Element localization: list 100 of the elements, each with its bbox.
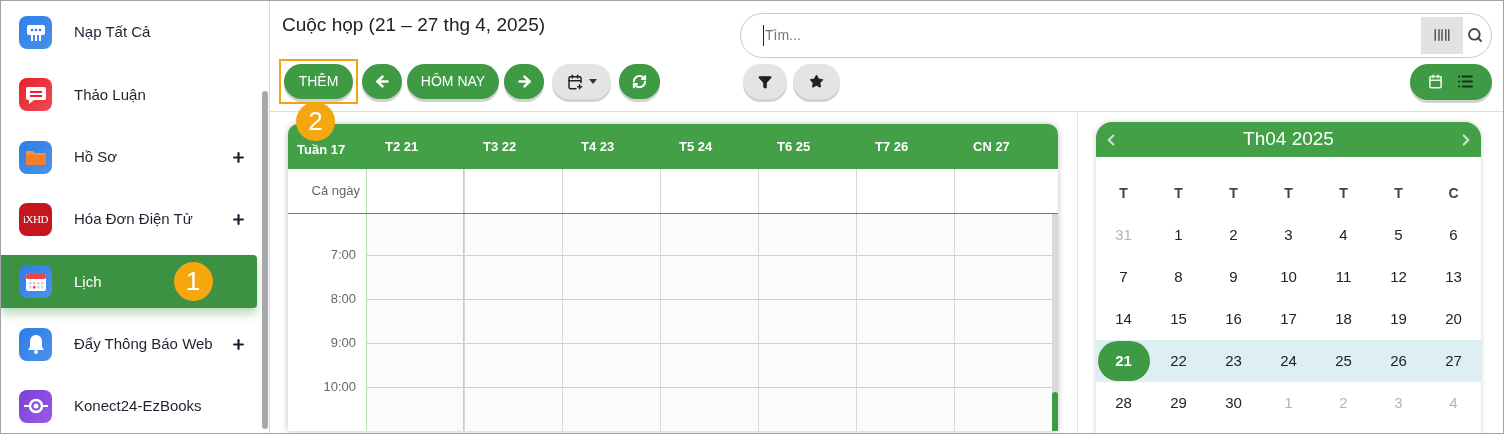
scrollbar-thumb[interactable] <box>1052 392 1058 431</box>
date-cell[interactable]: 28 <box>1097 383 1150 423</box>
time-slot[interactable] <box>856 343 954 387</box>
previous-button[interactable] <box>362 64 402 99</box>
date-cell[interactable]: 13 <box>1427 257 1480 297</box>
sidebar-item[interactable]: iXHD Hóa Đơn Điện Tử <box>1 192 258 247</box>
sidebar-item[interactable]: Lịch 1 <box>1 255 258 309</box>
date-cell[interactable]: 25 <box>1317 341 1370 381</box>
expand-icon[interactable] <box>231 149 247 165</box>
time-slot[interactable] <box>366 387 464 431</box>
date-cell[interactable]: 14 <box>1097 299 1150 339</box>
sidebar-item[interactable]: Đẩy Thông Báo Web <box>1 317 258 371</box>
date-cell[interactable]: 19 <box>1372 299 1425 339</box>
list-icon[interactable] <box>1457 73 1474 90</box>
date-cell[interactable]: 2 <box>1207 215 1260 255</box>
sidebar-item[interactable]: Hồ Sơ <box>1 130 258 184</box>
all-day-cell[interactable] <box>366 169 464 213</box>
date-cell[interactable]: 18 <box>1317 299 1370 339</box>
time-slot[interactable] <box>758 387 856 431</box>
time-slot[interactable] <box>758 255 856 299</box>
refresh-button[interactable] <box>619 64 660 99</box>
date-cell[interactable]: 1 <box>1152 215 1205 255</box>
date-picker-button[interactable] <box>552 64 611 99</box>
time-slot[interactable] <box>464 343 562 387</box>
date-cell[interactable]: 24 <box>1262 341 1315 381</box>
barcode-button[interactable] <box>1421 16 1463 54</box>
invoice-logo-icon: iXHD <box>19 203 52 236</box>
time-slot[interactable] <box>758 299 856 343</box>
time-slot[interactable] <box>856 214 954 255</box>
weekday-label: T <box>1283 183 1294 203</box>
date-cell[interactable]: 5 <box>1372 215 1425 255</box>
week-number: Tuần 17 <box>296 140 347 159</box>
add-button[interactable]: THÊM <box>284 64 353 99</box>
time-slot[interactable] <box>562 343 660 387</box>
time-slot[interactable] <box>464 255 562 299</box>
time-slot[interactable] <box>366 343 464 387</box>
expand-icon[interactable] <box>231 336 247 352</box>
time-slot[interactable] <box>856 255 954 299</box>
calendar-icon[interactable] <box>1428 74 1443 89</box>
time-slot[interactable] <box>562 387 660 431</box>
date-cell[interactable]: 12 <box>1372 257 1425 297</box>
date-cell[interactable]: 10 <box>1262 257 1315 297</box>
date-cell[interactable]: 11 <box>1317 257 1370 297</box>
time-slot[interactable] <box>562 214 660 255</box>
sidebar-item[interactable]: Konect24-EzBooks <box>1 379 258 433</box>
time-slot[interactable] <box>954 387 1052 431</box>
arrow-right-icon <box>515 73 533 90</box>
sidebar-item[interactable]: Nạp Tất Cả <box>1 6 258 60</box>
time-slot[interactable] <box>954 255 1052 299</box>
date-cell[interactable]: 22 <box>1152 341 1205 381</box>
date-cell[interactable]: 26 <box>1372 341 1425 381</box>
time-slot[interactable] <box>366 214 464 255</box>
filter-button[interactable] <box>743 64 787 99</box>
hour-label: 9:00 <box>329 334 357 352</box>
today-button[interactable]: HÔM NAY <box>407 64 499 99</box>
time-slot[interactable] <box>562 255 660 299</box>
time-slot[interactable] <box>464 387 562 431</box>
folder-icon <box>19 140 52 174</box>
date-cell[interactable]: 4 <box>1317 215 1370 255</box>
time-slot[interactable] <box>954 299 1052 343</box>
expand-icon[interactable] <box>231 212 247 227</box>
date-cell[interactable]: 23 <box>1207 341 1260 381</box>
time-slot[interactable] <box>856 387 954 431</box>
date-cell[interactable]: 6 <box>1427 215 1480 255</box>
date-cell[interactable]: 3 <box>1262 215 1315 255</box>
time-slot[interactable] <box>464 214 562 255</box>
date-cell[interactable]: 15 <box>1152 299 1205 339</box>
date-cell[interactable]: 17 <box>1262 299 1315 339</box>
favorites-button[interactable] <box>793 64 840 99</box>
date-cell[interactable]: 30 <box>1207 383 1260 423</box>
time-slot[interactable] <box>660 343 758 387</box>
date-cell[interactable]: 16 <box>1207 299 1260 339</box>
time-slot[interactable] <box>562 299 660 343</box>
time-slot[interactable] <box>660 255 758 299</box>
date-cell[interactable]: 8 <box>1152 257 1205 297</box>
next-button[interactable] <box>504 64 544 99</box>
scrollbar-thumb[interactable] <box>262 91 269 429</box>
date-cell[interactable]: 27 <box>1427 341 1480 381</box>
time-slot[interactable] <box>856 299 954 343</box>
time-slot[interactable] <box>660 299 758 343</box>
date-cell[interactable]: 9 <box>1207 257 1260 297</box>
time-slot[interactable] <box>366 255 464 299</box>
date-cell[interactable]: 20 <box>1427 299 1480 339</box>
time-slot[interactable] <box>660 387 758 431</box>
date-cell[interactable]: 7 <box>1097 257 1150 297</box>
step-badge: 1 <box>173 262 213 302</box>
time-slot[interactable] <box>954 214 1052 255</box>
view-toggle[interactable] <box>1410 63 1492 100</box>
all-day-label: Cả ngày <box>310 182 361 200</box>
time-slot[interactable] <box>758 343 856 387</box>
date-cell[interactable]: 21 <box>1097 341 1150 381</box>
search-icon[interactable] <box>1467 27 1483 43</box>
time-slot[interactable] <box>366 299 464 343</box>
time-slot[interactable] <box>954 343 1052 387</box>
date-cell[interactable]: 29 <box>1152 383 1205 423</box>
sidebar-item[interactable]: Thảo Luận <box>1 68 258 122</box>
time-slot[interactable] <box>464 299 562 343</box>
weekday-label: T <box>1118 183 1129 203</box>
time-slot[interactable] <box>758 214 856 255</box>
time-slot[interactable] <box>660 214 758 255</box>
